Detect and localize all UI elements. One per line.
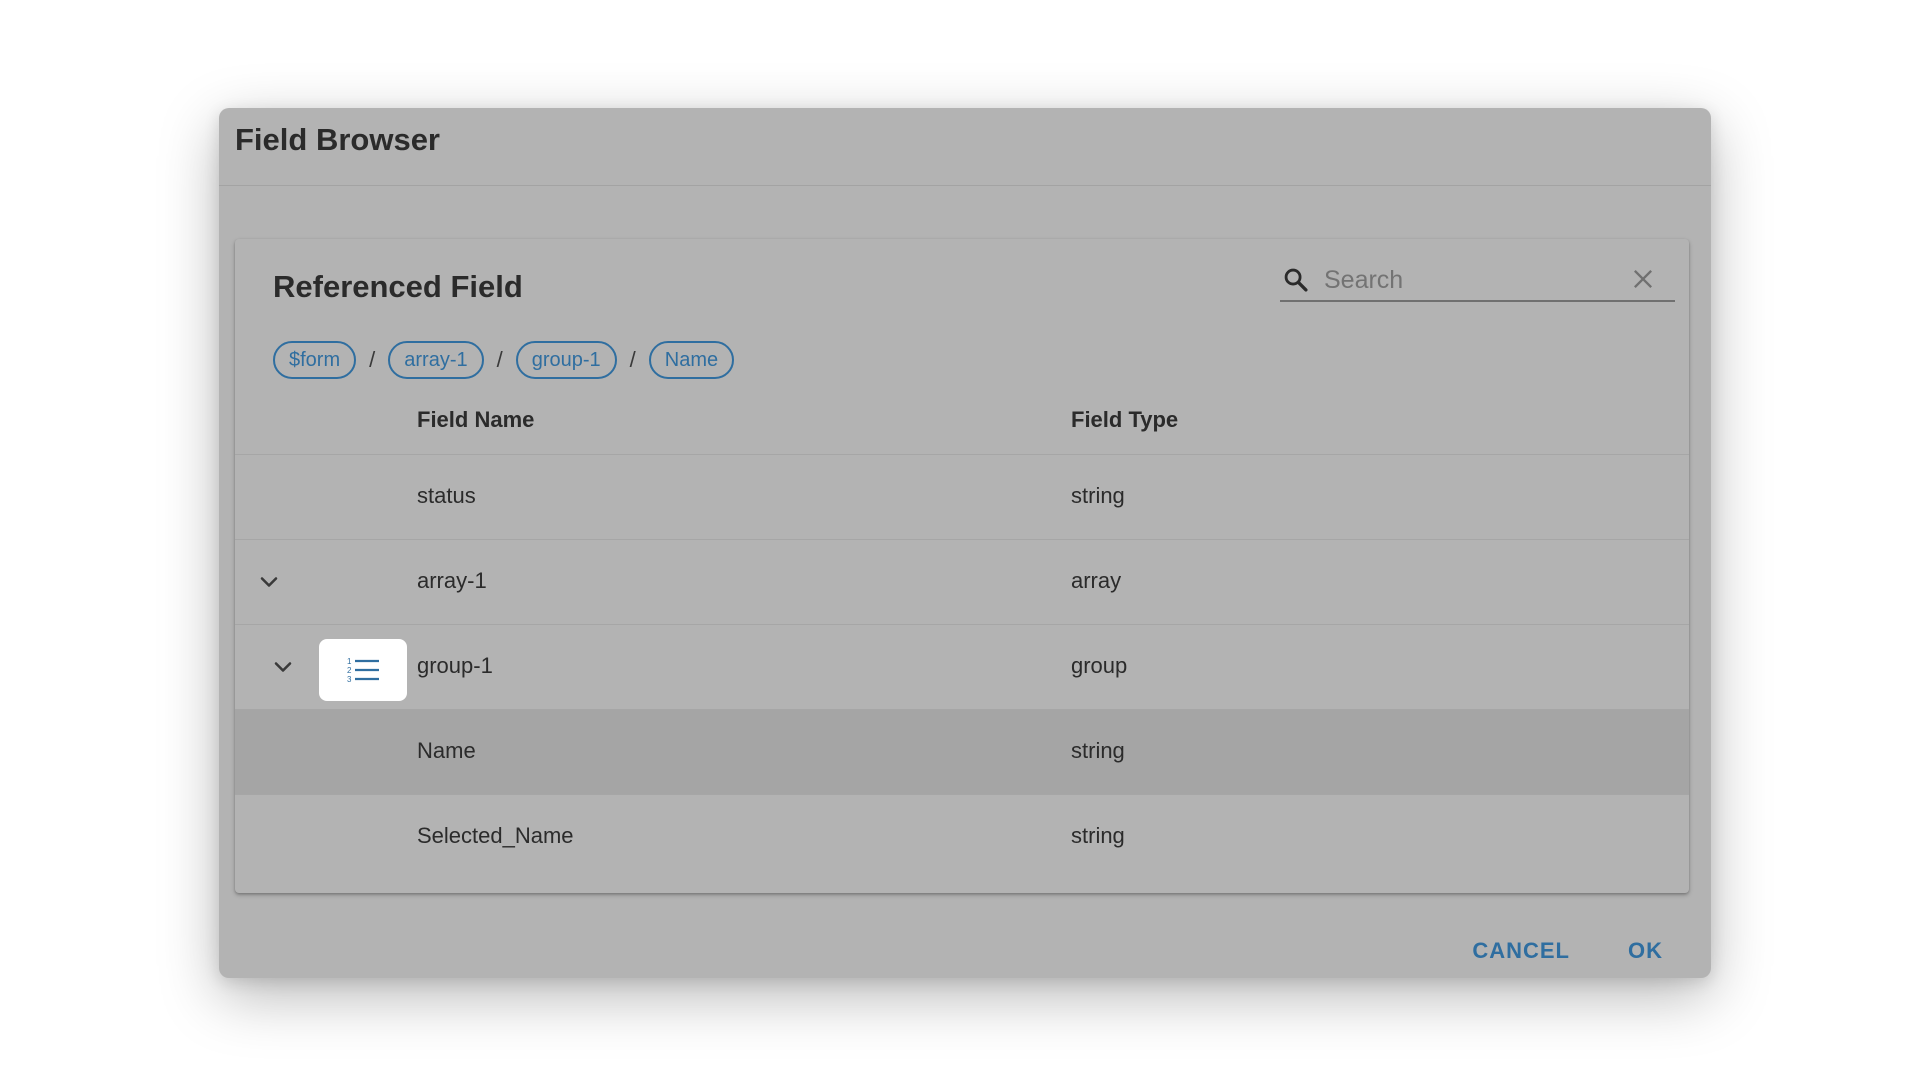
field-name-cell: group-1 [417, 653, 493, 678]
close-icon[interactable] [1629, 265, 1657, 293]
numbered-list-icon: 1 2 3 [347, 657, 379, 684]
field-name-cell: status [417, 483, 476, 508]
search-icon [1284, 268, 1308, 292]
field-table-body: status string array-1 array 1 2 3 group-… [235, 455, 1689, 880]
breadcrumb-chip-name[interactable]: Name [648, 341, 735, 379]
table-row[interactable]: status string [235, 455, 1689, 540]
group-type-indicator: 1 2 3 [319, 639, 407, 701]
ok-button[interactable]: OK [1624, 934, 1667, 968]
title-divider [219, 185, 1711, 186]
table-row[interactable]: 1 2 3 group-1 group [235, 625, 1689, 710]
breadcrumb-separator: / [629, 347, 636, 372]
cancel-button[interactable]: CANCEL [1468, 934, 1574, 968]
field-type-cell: string [1071, 823, 1125, 848]
column-header-field-type: Field Type [1071, 407, 1179, 432]
breadcrumb-separator: / [369, 347, 376, 372]
svg-text:3: 3 [347, 675, 352, 684]
field-type-cell: string [1071, 738, 1125, 763]
field-browser-dialog: Field Browser Referenced Field $form / a… [219, 108, 1711, 978]
chevron-down-icon[interactable] [255, 568, 283, 596]
breadcrumb: $form / array-1 / group-1 / Name [273, 341, 735, 379]
table-header: Field Name Field Type [235, 389, 1689, 455]
column-header-field-name: Field Name [417, 407, 535, 432]
field-name-cell: array-1 [417, 568, 487, 593]
breadcrumb-chip-array-1[interactable]: array-1 [388, 341, 484, 379]
breadcrumb-chip-form[interactable]: $form [273, 341, 357, 379]
dialog-title: Field Browser [235, 122, 440, 157]
table-row-selected[interactable]: Name string [235, 710, 1689, 795]
field-name-cell: Selected_Name [417, 823, 574, 848]
field-type-cell: group [1071, 653, 1128, 678]
svg-text:2: 2 [347, 666, 352, 675]
field-type-cell: array [1071, 568, 1122, 593]
field-name-cell: Name [417, 738, 476, 763]
breadcrumb-chip-group-1[interactable]: group-1 [515, 341, 617, 379]
table-row[interactable]: array-1 array [235, 540, 1689, 625]
referenced-field-panel: Referenced Field $form / array-1 / group… [235, 239, 1689, 893]
table-row[interactable]: Selected_Name string [235, 795, 1689, 880]
search-input[interactable] [1324, 263, 1624, 297]
svg-text:1: 1 [347, 657, 352, 666]
field-type-cell: string [1071, 483, 1125, 508]
search-box [1280, 257, 1675, 302]
breadcrumb-separator: / [496, 347, 503, 372]
panel-title: Referenced Field [273, 269, 523, 304]
chevron-down-icon[interactable] [269, 653, 297, 681]
dialog-actions: CANCEL OK [1468, 934, 1667, 968]
